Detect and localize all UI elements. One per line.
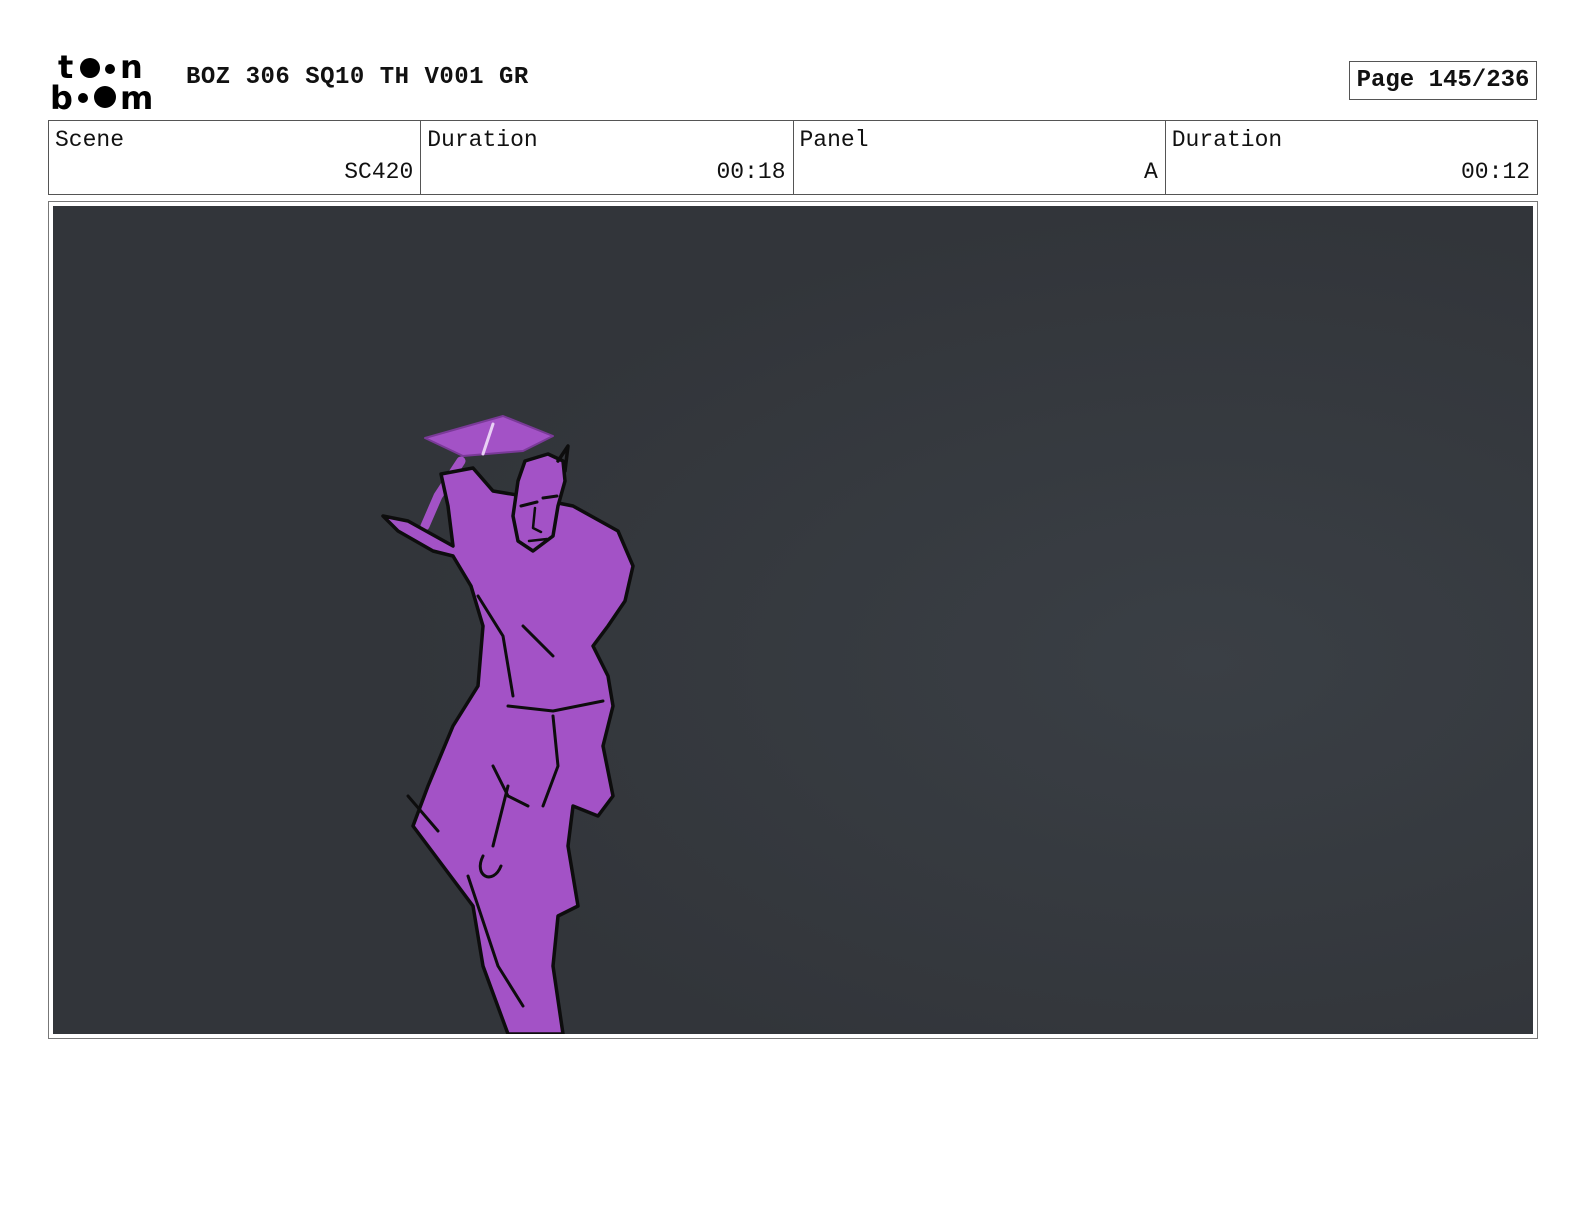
panel-duration-cell: Duration 00:12 — [1166, 121, 1537, 194]
storyboard-panel-frame — [48, 201, 1538, 1039]
scene-duration-label: Duration — [427, 127, 538, 153]
svg-text:m: m — [120, 79, 153, 112]
storyboard-panel-image — [53, 206, 1533, 1034]
scene-duration-cell: Duration 00:18 — [421, 121, 794, 194]
panel-label: Panel — [799, 127, 869, 153]
panel-duration-value: 00:12 — [1460, 159, 1530, 185]
panel-background — [53, 206, 1533, 1034]
scene-value: SC420 — [344, 159, 414, 185]
page-number: Page 145/236 — [1349, 61, 1537, 100]
scene-cell: Scene SC420 — [49, 121, 422, 194]
svg-text:b: b — [50, 79, 73, 112]
scene-info-table: Scene SC420 Duration 00:18 Panel A Durat… — [48, 120, 1538, 195]
document-title: BOZ 306 SQ10 TH V001 GR — [186, 64, 529, 91]
toon-boom-logo: t n b m — [50, 50, 153, 112]
panel-value: A — [1143, 159, 1158, 185]
panel-drawing — [53, 206, 1533, 1034]
scene-label: Scene — [55, 127, 125, 153]
panel-cell: Panel A — [794, 121, 1166, 194]
panel-duration-label: Duration — [1171, 127, 1283, 153]
scene-duration-value: 00:18 — [716, 159, 786, 185]
